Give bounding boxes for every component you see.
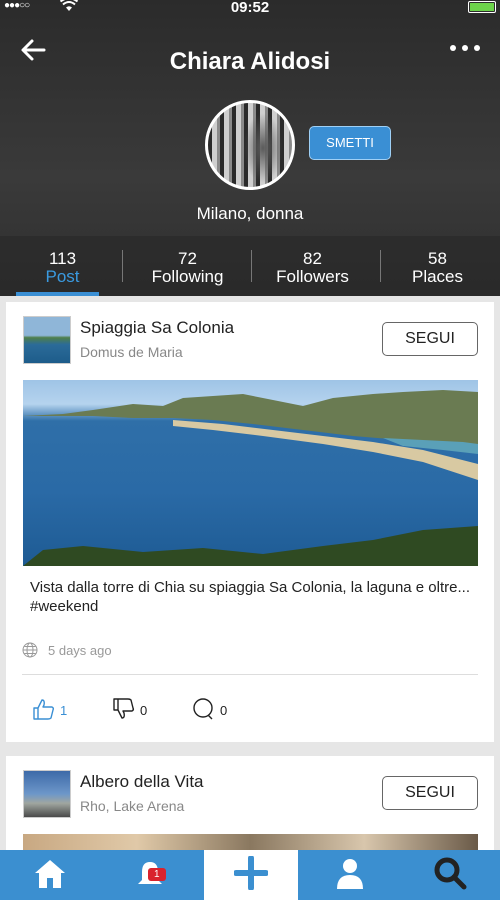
stats-divider — [122, 250, 123, 282]
divider — [22, 674, 478, 675]
post-label: Post — [45, 267, 80, 286]
tab-profile[interactable] — [300, 850, 400, 900]
avatar — [205, 100, 295, 190]
followers-count: 82 — [303, 249, 322, 268]
tab-add[interactable] — [204, 850, 298, 900]
tab-places[interactable]: 58 Places — [375, 236, 500, 296]
place-name[interactable]: Spiaggia Sa Colonia — [80, 318, 234, 338]
place-location: Rho, Lake Arena — [80, 798, 185, 814]
place-thumbnail[interactable] — [23, 770, 71, 818]
post-actions: 1 0 0 — [6, 698, 494, 722]
post-time: 5 days ago — [48, 642, 112, 658]
page-title: Chiara Alidosi — [169, 48, 331, 75]
places-label: Places — [411, 267, 464, 286]
comment-icon — [192, 698, 220, 723]
home-icon — [33, 858, 67, 893]
comment-button[interactable]: 0 — [192, 698, 227, 723]
stats-divider — [380, 250, 381, 282]
follow-place-button[interactable]: SEGUI — [382, 776, 478, 810]
thumbs-up-icon — [32, 698, 60, 723]
tab-home[interactable] — [0, 850, 100, 900]
profile-subtitle: Milano, donna — [196, 204, 304, 223]
comment-count: 0 — [220, 703, 228, 718]
thumbs-down-icon — [112, 698, 140, 723]
post-card: Albero della Vita Rho, Lake Arena SEGUI — [6, 756, 494, 856]
profile-header: ●●●○○ 09:52 Chiara Alidosi SMETTI Milano… — [0, 0, 500, 296]
search-icon — [433, 856, 467, 895]
places-count: 58 — [428, 249, 447, 268]
following-count: 72 — [178, 249, 197, 268]
followers-label: Followers — [276, 267, 349, 286]
post-photo[interactable] — [23, 380, 478, 566]
more-options-icon[interactable] — [450, 45, 480, 55]
bottom-tab-bar: 1 — [0, 850, 500, 900]
tab-post[interactable]: 113 Post — [0, 236, 125, 296]
status-bar: ●●●○○ 09:52 — [0, 0, 500, 16]
post-caption: Vista dalla torre di Chia su spiaggia Sa… — [30, 579, 470, 615]
place-name[interactable]: Albero della Vita — [80, 772, 204, 792]
dislike-button[interactable]: 0 — [112, 698, 147, 723]
follow-place-button[interactable]: SEGUI — [382, 322, 478, 356]
place-location: Domus de Maria — [80, 344, 183, 360]
place-thumbnail[interactable] — [23, 316, 71, 364]
clock: 09:52 — [230, 0, 270, 16]
plus-icon — [233, 854, 269, 895]
dislike-count: 0 — [140, 703, 148, 718]
globe-icon — [22, 642, 38, 658]
unfollow-button[interactable]: SMETTI — [309, 126, 391, 160]
like-button[interactable]: 1 — [32, 698, 67, 723]
post-card: Spiaggia Sa Colonia Domus de Maria SEGUI… — [6, 302, 494, 742]
stats-divider — [251, 250, 252, 282]
tab-followers[interactable]: 82 Followers — [250, 236, 375, 296]
notification-badge: 1 — [148, 868, 166, 881]
like-count: 1 — [60, 703, 68, 718]
battery-icon — [468, 1, 496, 13]
tab-search[interactable] — [400, 850, 500, 900]
tab-following[interactable]: 72 Following — [125, 236, 250, 296]
following-label: Following — [151, 267, 224, 286]
post-count: 113 — [48, 249, 77, 268]
post-meta: 5 days ago — [22, 642, 112, 658]
stats-bar: 113 Post 72 Following 82 Followers 58 Pl… — [0, 236, 500, 296]
person-icon — [335, 857, 365, 894]
